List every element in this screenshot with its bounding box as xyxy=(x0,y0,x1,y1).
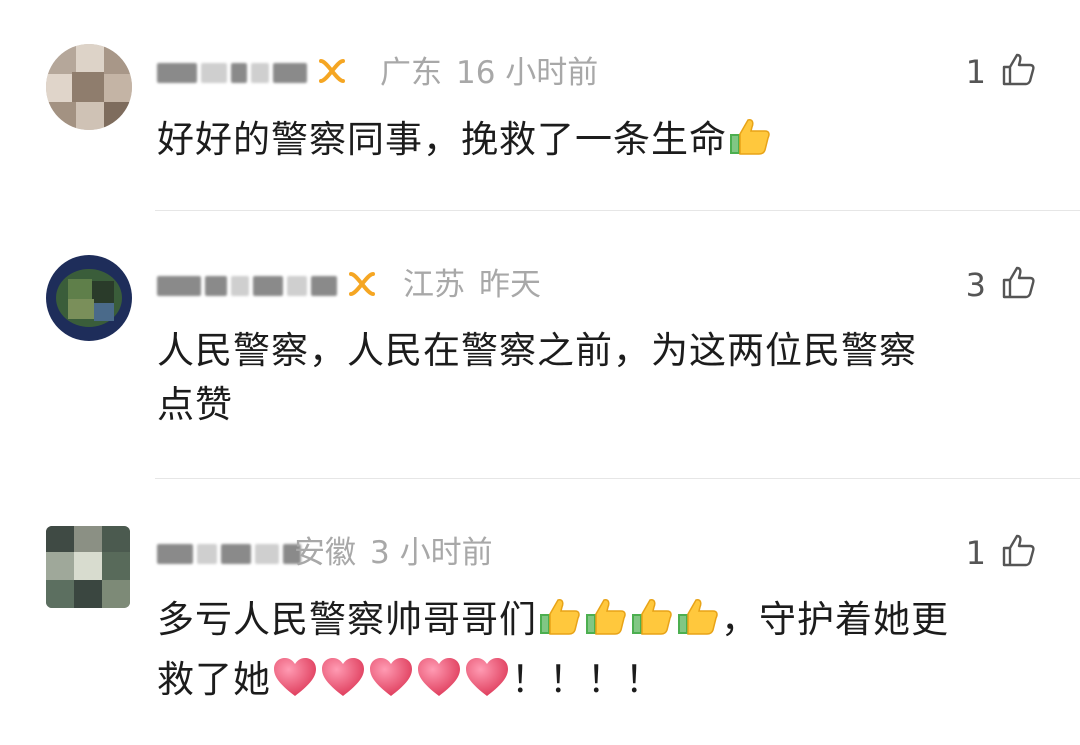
comment-1: 广东 16 小时前 1 好好的警察同事，挽救了一条生命 xyxy=(0,0,1080,210)
region-label: 广东 xyxy=(380,55,442,91)
like-button[interactable]: 1 xyxy=(966,533,1036,573)
comment-text-content: ！！！！ xyxy=(511,658,663,701)
comment-text-line: 多亏人民警察帅哥哥们 ，守护着她更 xyxy=(157,593,1037,653)
comment-text-line: 人民警察，人民在警察之前，为这两位民警察 xyxy=(157,329,917,372)
avatar[interactable] xyxy=(46,44,132,130)
thumbs-up-emoji-icon xyxy=(584,594,628,653)
like-count: 1 xyxy=(965,53,986,91)
username-redacted[interactable] xyxy=(157,537,301,571)
avatar[interactable] xyxy=(46,526,130,608)
like-count: 1 xyxy=(965,534,986,572)
thumbs-up-emoji-icon xyxy=(676,594,720,653)
region-label: 江苏 xyxy=(403,267,465,303)
username-redacted[interactable] xyxy=(157,56,347,90)
time-label: 3 小时前 xyxy=(370,535,493,571)
thumbs-up-outline-icon xyxy=(1000,265,1036,305)
heart-emoji-icon xyxy=(368,656,414,713)
comment-meta: 安徽 3 小时前 xyxy=(294,536,493,570)
username-redacted[interactable] xyxy=(157,269,377,303)
comment-2: 江苏 昨天 3 人民警察，人民在警察之前，为这两位民警察 点赞 xyxy=(0,211,1080,478)
comment-text-content: 救了她 xyxy=(157,658,271,701)
like-button[interactable]: 3 xyxy=(966,265,1036,305)
comment-text: 多亏人民警察帅哥哥们 ，守护着她更 救了她 ！！！！ xyxy=(157,593,1037,713)
thumbs-up-outline-icon xyxy=(1000,533,1036,573)
comment-text: 好好的警察同事，挽救了一条生命 xyxy=(157,113,1037,173)
heart-emoji-icon xyxy=(416,656,462,713)
comment-text: 人民警察，人民在警察之前，为这两位民警察 点赞 xyxy=(157,324,1037,432)
comment-text-content: ，守护着她更 xyxy=(721,598,949,641)
thumbs-up-outline-icon xyxy=(1000,52,1036,92)
time-label: 昨天 xyxy=(479,267,541,303)
comment-text-content: 好好的警察同事，挽救了一条生命 xyxy=(157,118,727,161)
like-button[interactable]: 1 xyxy=(966,52,1036,92)
heart-emoji-icon xyxy=(320,656,366,713)
time-label: 16 小时前 xyxy=(456,55,599,91)
thumbs-up-emoji-icon xyxy=(538,594,582,653)
avatar[interactable] xyxy=(46,255,132,341)
region-label: 安徽 xyxy=(294,535,356,571)
comment-text-content: 多亏人民警察帅哥哥们 xyxy=(157,598,537,641)
vip-badge-icon xyxy=(347,270,377,302)
comment-text-line: 点赞 xyxy=(157,383,233,426)
thumbs-up-emoji-icon xyxy=(728,114,772,173)
comment-text-line: 救了她 ！！！！ xyxy=(157,653,1037,713)
like-count: 3 xyxy=(965,266,986,304)
vip-badge-icon xyxy=(317,57,347,89)
heart-emoji-icon xyxy=(464,656,510,713)
comment-meta: 广东 16 小时前 xyxy=(380,56,598,90)
thumbs-up-emoji-icon xyxy=(630,594,674,653)
comment-3: 安徽 3 小时前 1 多亏人民警察帅哥哥们 ，守护着她更 救了她 ！！！！ xyxy=(0,479,1080,745)
comment-meta: 江苏 昨天 xyxy=(403,268,541,302)
heart-emoji-icon xyxy=(272,656,318,713)
